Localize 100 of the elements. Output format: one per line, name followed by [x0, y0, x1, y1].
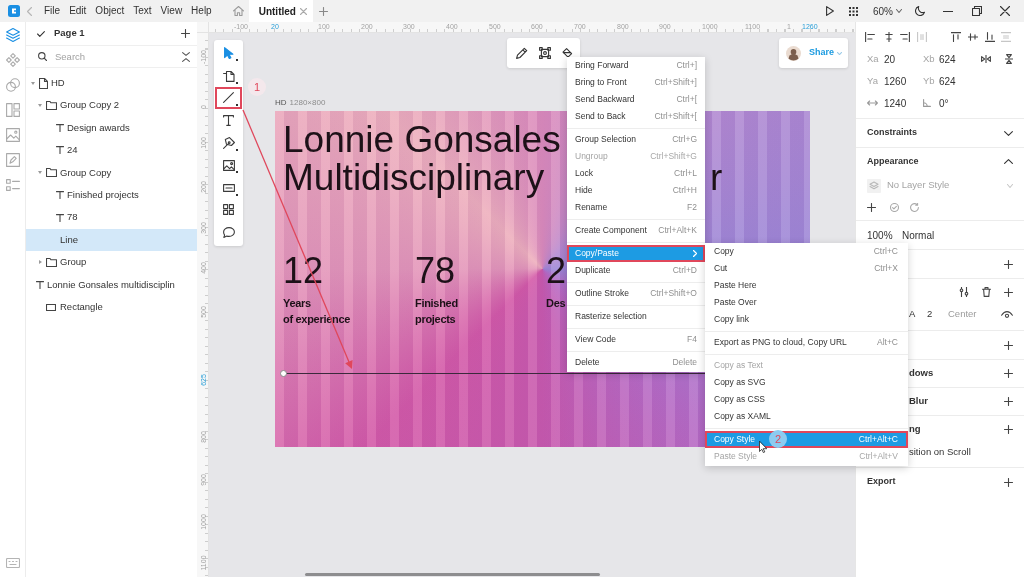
menu-item[interactable]: Paste Here — [705, 277, 908, 294]
line-handle[interactable] — [280, 370, 287, 377]
menu-item[interactable]: Bring to Front Ctrl+Shift+] — [567, 74, 705, 91]
check-circle-icon[interactable] — [890, 202, 899, 212]
plus-icon[interactable] — [1004, 477, 1013, 487]
menu-item[interactable]: Object — [95, 4, 125, 18]
sliders-icon[interactable] — [959, 287, 969, 297]
plus-icon[interactable] — [1004, 425, 1013, 434]
menu-item[interactable]: Bring Forward Ctrl+] — [567, 57, 705, 74]
chevron-down-icon[interactable] — [1004, 130, 1013, 136]
pencil-icon[interactable] — [516, 47, 528, 59]
menu-item[interactable]: Paste Over — [705, 294, 908, 311]
align-bottom-icon[interactable] — [985, 32, 995, 42]
align-center-icon[interactable] — [884, 32, 894, 42]
menu-item[interactable]: Outline Stroke Ctrl+Shift+O — [567, 285, 705, 302]
value-field[interactable]: A — [909, 306, 927, 322]
menu-item[interactable]: File — [44, 4, 61, 18]
play-icon[interactable] — [826, 6, 834, 16]
stack-icon[interactable] — [5, 27, 20, 42]
menu-item[interactable]: View Code F4 — [567, 331, 705, 348]
zoom-dropdown[interactable]: 60% — [873, 3, 902, 19]
plus-icon[interactable] — [1004, 369, 1013, 378]
plus-icon[interactable] — [181, 29, 190, 38]
artboard-name[interactable]: HD — [275, 98, 287, 108]
blend-mode-dropdown[interactable]: Normal — [902, 227, 935, 243]
value-field[interactable]: 2 — [927, 306, 948, 322]
minimize-icon[interactable] — [943, 10, 953, 12]
app-logo-icon[interactable] — [8, 5, 20, 17]
paint-bucket-icon[interactable] — [562, 47, 573, 59]
number-field[interactable]: 1260 — [884, 73, 923, 89]
close-icon[interactable] — [1000, 6, 1010, 16]
plus-icon[interactable] — [1004, 287, 1013, 297]
plus-icon[interactable] — [867, 202, 876, 212]
plus-icon[interactable] — [1004, 259, 1013, 269]
shortcut-text: Ctrl+Alt+K — [658, 224, 697, 237]
caret-right-icon[interactable] — [38, 260, 42, 265]
caret-down-icon[interactable] — [38, 104, 42, 108]
menu-item[interactable]: Send to Back Ctrl+Shift+[ — [567, 108, 705, 125]
text-icon — [56, 213, 64, 222]
flip-horizontal-icon[interactable] — [981, 55, 991, 63]
folder-icon — [46, 257, 57, 267]
number-field[interactable]: 1240 — [884, 95, 923, 111]
menu-item[interactable]: View — [160, 4, 183, 18]
menu-item[interactable]: Cut Ctrl+X — [705, 260, 908, 277]
number-field[interactable]: 0° — [939, 95, 975, 111]
menu-item[interactable]: Copy Ctrl+C — [705, 243, 908, 260]
caret-down-icon — [896, 9, 902, 13]
menu-item[interactable]: Copy as SVG — [705, 374, 908, 391]
menu-item[interactable]: Copy link — [705, 311, 908, 328]
align-top-icon[interactable] — [951, 32, 961, 42]
menu-item[interactable]: Rename F2 — [567, 199, 705, 216]
selection-frame-icon[interactable] — [539, 47, 551, 59]
moon-icon[interactable] — [915, 6, 925, 16]
scrollbar-thumb[interactable] — [305, 573, 600, 576]
align-left-icon[interactable] — [865, 32, 875, 42]
menu-item[interactable]: Delete Delete — [567, 354, 705, 371]
menu-item[interactable]: Group Selection Ctrl+G — [567, 131, 705, 148]
collapse-icon[interactable] — [182, 51, 190, 62]
page-name[interactable]: Page 1 — [54, 26, 85, 41]
number-field[interactable]: 624 — [939, 51, 975, 67]
number-field[interactable]: 20 — [884, 51, 923, 67]
opacity-field[interactable]: 100% — [867, 227, 902, 243]
check-icon — [37, 30, 45, 37]
shortcut-text: Ctrl+[ — [676, 93, 697, 106]
menu-item[interactable]: Export as PNG to cloud, Copy URL Alt+C — [705, 334, 908, 351]
menu-item[interactable]: Edit — [69, 4, 87, 18]
caret-down-icon — [1007, 183, 1013, 188]
number-field[interactable]: 624 — [939, 73, 975, 89]
avatar-icon[interactable] — [786, 45, 801, 61]
menu-item[interactable]: Help — [191, 4, 212, 18]
menu-item[interactable]: Send Backward Ctrl+[ — [567, 91, 705, 108]
eye-icon[interactable] — [1001, 310, 1013, 318]
menu-item[interactable]: Copy as XAML — [705, 408, 908, 425]
plus-icon[interactable] — [1004, 397, 1013, 406]
caret-down-icon[interactable] — [38, 171, 42, 175]
layer-item[interactable]: Line — [26, 228, 197, 252]
shortcut-text: Ctrl+H — [672, 184, 697, 197]
menu-item[interactable]: Text — [133, 4, 152, 18]
field-label: Ya — [867, 73, 879, 88]
menu-item[interactable]: Create Component Ctrl+Alt+K — [567, 222, 705, 239]
align-middle-icon[interactable] — [968, 32, 978, 42]
folder-icon — [46, 168, 57, 178]
menu-item[interactable]: Duplicate Ctrl+D — [567, 262, 705, 279]
stat-value: 12 — [283, 251, 324, 291]
chevron-up-icon[interactable] — [1004, 159, 1013, 164]
restore-icon[interactable] — [972, 6, 982, 16]
trash-icon[interactable] — [982, 287, 991, 297]
flip-vertical-icon[interactable] — [1005, 54, 1013, 64]
plus-icon[interactable] — [1004, 340, 1013, 350]
menu-item[interactable]: Copy as CSS — [705, 391, 908, 408]
menu-item[interactable]: Hide Ctrl+H — [567, 182, 705, 199]
align-right-icon[interactable] — [900, 32, 910, 42]
line-tool[interactable] — [215, 86, 242, 110]
tab[interactable]: Untitled — [248, 0, 313, 22]
stat-label: Finished projects — [415, 296, 458, 327]
search-field[interactable]: Search — [55, 48, 182, 65]
menu-item[interactable]: Lock Ctrl+L — [567, 165, 705, 182]
grid-icon[interactable] — [849, 6, 858, 16]
caret-down-icon[interactable] — [31, 81, 35, 85]
menu-item[interactable]: Rasterize selection — [567, 308, 705, 325]
